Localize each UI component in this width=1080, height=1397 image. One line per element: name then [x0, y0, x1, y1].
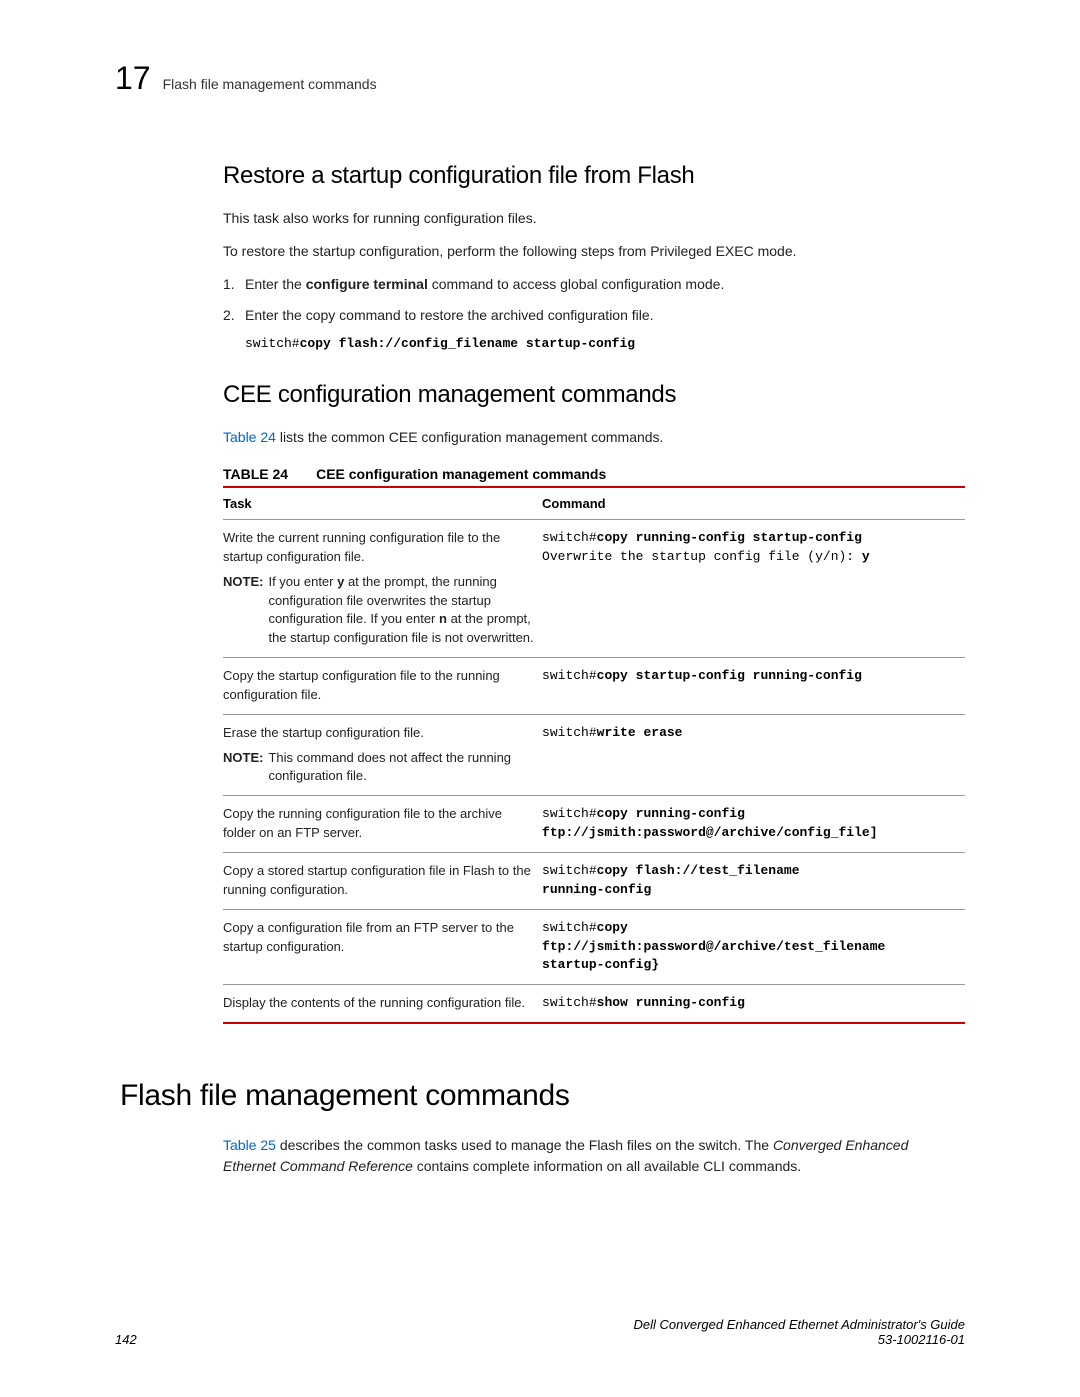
cell-command: switch#write erase [542, 714, 965, 796]
chapter-number: 17 [115, 60, 151, 97]
list-text: Enter the copy command to restore the ar… [245, 305, 965, 326]
table-link[interactable]: Table 25 [223, 1137, 276, 1153]
cell-task: Copy a configuration file from an FTP se… [223, 909, 542, 985]
list-item: 2. Enter the copy command to restore the… [223, 305, 965, 326]
cell-command: switch#copy ftp://jsmith:password@/archi… [542, 909, 965, 985]
list-number: 2. [223, 305, 245, 326]
table-row: Copy the running configuration file to t… [223, 796, 965, 853]
table-caption: TABLE 24CEE configuration management com… [223, 466, 965, 482]
table-row: Erase the startup configuration file. NO… [223, 714, 965, 796]
footer-doc-info: Dell Converged Enhanced Ethernet Adminis… [633, 1317, 965, 1347]
list-text: Enter the configure terminal command to … [245, 274, 965, 295]
chapter-title: Flash file management commands [163, 76, 377, 92]
col-header-task: Task [223, 487, 542, 520]
cell-task: Copy a stored startup configuration file… [223, 852, 542, 909]
cell-task: Display the contents of the running conf… [223, 985, 542, 1023]
section-heading-restore: Restore a startup configuration file fro… [223, 162, 965, 190]
ordered-list: 1. Enter the configure terminal command … [223, 274, 965, 326]
main-content: Restore a startup configuration file fro… [115, 162, 965, 1177]
table-row: Display the contents of the running conf… [223, 985, 965, 1023]
note-block: NOTE: If you enter y at the prompt, the … [223, 573, 538, 648]
page-header: 17 Flash file management commands [115, 60, 965, 97]
cell-command: switch#copy startup-config running-confi… [542, 658, 965, 715]
cell-command: switch#copy running-config startup-confi… [542, 520, 965, 658]
cee-commands-table: Task Command Write the current running c… [223, 486, 965, 1024]
section-heading-flash: Flash file management commands [120, 1079, 965, 1113]
cell-command: switch#copy flash://test_filename runnin… [542, 852, 965, 909]
col-header-command: Command [542, 487, 965, 520]
cell-task: Copy the running configuration file to t… [223, 796, 542, 853]
list-item: 1. Enter the configure terminal command … [223, 274, 965, 295]
cell-command: switch#show running-config [542, 985, 965, 1023]
cell-task: Write the current running configuration … [223, 520, 542, 658]
page-number: 142 [115, 1332, 137, 1347]
note-block: NOTE: This command does not affect the r… [223, 749, 538, 787]
table-row: Copy a stored startup configuration file… [223, 852, 965, 909]
table-row: Write the current running configuration … [223, 520, 965, 658]
cell-task: Erase the startup configuration file. NO… [223, 714, 542, 796]
cell-command: switch#copy running-config ftp://jsmith:… [542, 796, 965, 853]
table-row: Copy a configuration file from an FTP se… [223, 909, 965, 985]
page-footer: 142 Dell Converged Enhanced Ethernet Adm… [115, 1317, 965, 1347]
paragraph: This task also works for running configu… [223, 208, 965, 229]
table-row: Copy the startup configuration file to t… [223, 658, 965, 715]
paragraph: Table 24 lists the common CEE configurat… [223, 427, 965, 448]
section-heading-cee: CEE configuration management commands [223, 381, 965, 409]
h1-wrap: Flash file management commands [115, 1079, 965, 1113]
paragraph: Table 25 describes the common tasks used… [223, 1135, 965, 1177]
paragraph: To restore the startup configuration, pe… [223, 241, 965, 262]
table-header-row: Task Command [223, 487, 965, 520]
table-link[interactable]: Table 24 [223, 429, 276, 445]
list-number: 1. [223, 274, 245, 295]
cell-task: Copy the startup configuration file to t… [223, 658, 542, 715]
code-example: switch#copy flash://config_filename star… [245, 336, 965, 351]
